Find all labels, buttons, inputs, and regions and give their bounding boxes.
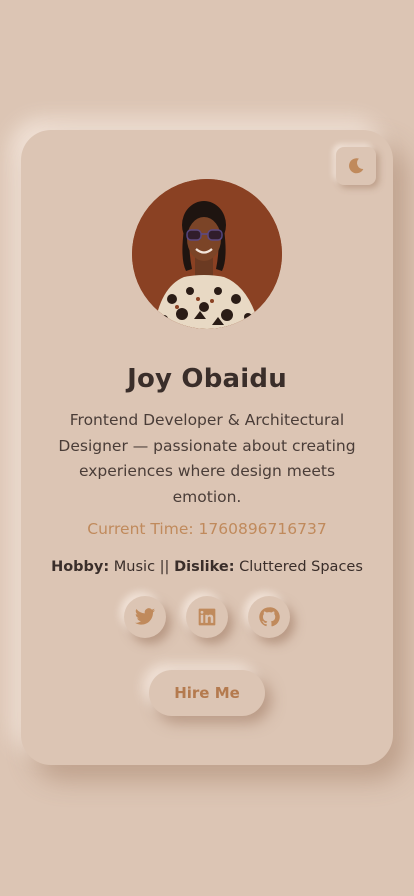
hobby-dislike-line: Hobby: Music || Dislike: Cluttered Space… <box>21 559 393 575</box>
theme-toggle-button[interactable] <box>336 147 376 185</box>
github-link[interactable] <box>248 596 290 638</box>
profile-name: Joy Obaidu <box>127 364 287 394</box>
linkedin-link[interactable] <box>186 596 228 638</box>
profile-photo <box>132 179 282 329</box>
current-time: Current Time: 1760896716737 <box>87 520 327 538</box>
separator: || <box>159 559 170 575</box>
dislike-value: Cluttered Spaces <box>239 559 363 575</box>
hobby-label: Hobby: <box>51 559 110 575</box>
linkedin-icon <box>198 608 216 626</box>
hire-me-button[interactable]: Hire Me <box>149 670 265 716</box>
profile-card: Joy Obaidu Frontend Developer & Architec… <box>21 130 393 765</box>
profile-bio: Frontend Developer & Architectural Desig… <box>58 411 356 506</box>
moon-icon <box>349 158 364 174</box>
dislike-label: Dislike: <box>174 559 235 575</box>
avatar <box>132 179 282 329</box>
twitter-link[interactable] <box>124 596 166 638</box>
github-icon <box>259 607 280 627</box>
twitter-icon <box>134 608 156 625</box>
hobby-value: Music <box>113 559 156 575</box>
social-links <box>21 596 393 638</box>
